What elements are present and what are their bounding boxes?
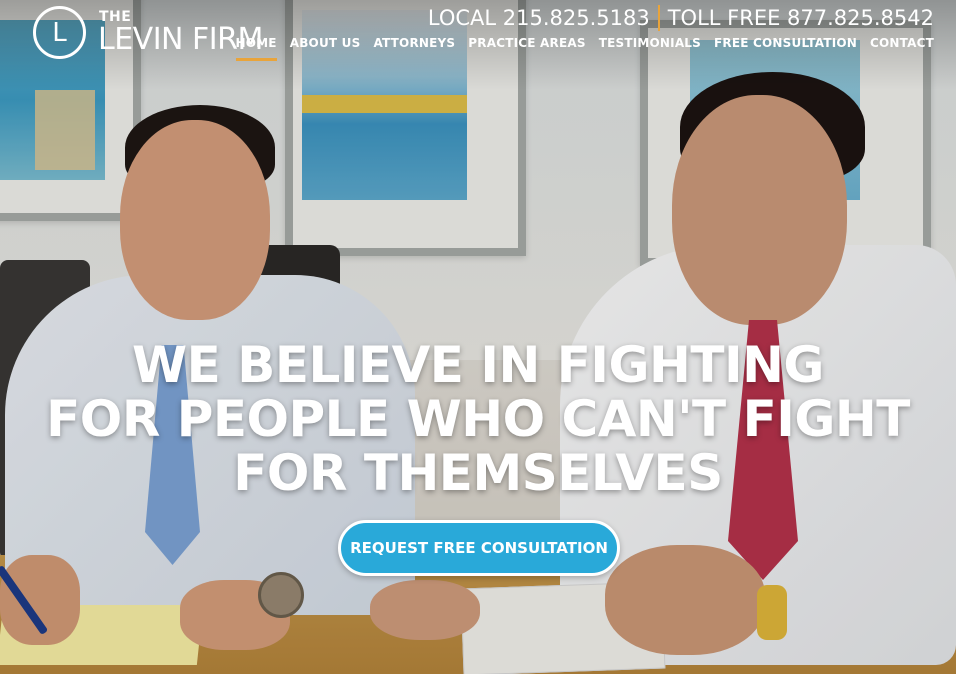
logo-emblem: L [33,6,86,59]
local-phone[interactable]: LOCAL 215.825.5183 [428,6,650,30]
nav-free-consultation[interactable]: FREE CONSULTATION [714,36,857,61]
nav-contact[interactable]: CONTACT [870,36,934,61]
nav-about-us[interactable]: ABOUT US [290,36,361,61]
request-consultation-button[interactable]: REQUEST FREE CONSULTATION [338,520,620,576]
nav-attorneys[interactable]: ATTORNEYS [373,36,455,61]
toll-free-phone[interactable]: TOLL FREE 877.825.8542 [668,6,934,30]
headline-line-2: FOR PEOPLE WHO CAN'T FIGHT [46,390,910,448]
hero-headline: WE BELIEVE IN FIGHTING FOR PEOPLE WHO CA… [40,338,916,500]
headline-line-1: WE BELIEVE IN FIGHTING [132,336,824,394]
phone-numbers: LOCAL 215.825.5183 TOLL FREE 877.825.854… [428,5,934,31]
nav-home[interactable]: HOME [235,36,277,61]
nav-practice-areas[interactable]: PRACTICE AREAS [468,36,585,61]
hero-section: L THE LEVIN FIRM LOCAL 215.825.5183 TOLL… [0,0,956,674]
phone-divider [657,5,660,31]
headline-line-3: FOR THEMSELVES [233,444,723,502]
main-nav: HOME ABOUT US ATTORNEYS PRACTICE AREAS T… [223,36,934,61]
nav-testimonials[interactable]: TESTIMONIALS [599,36,701,61]
